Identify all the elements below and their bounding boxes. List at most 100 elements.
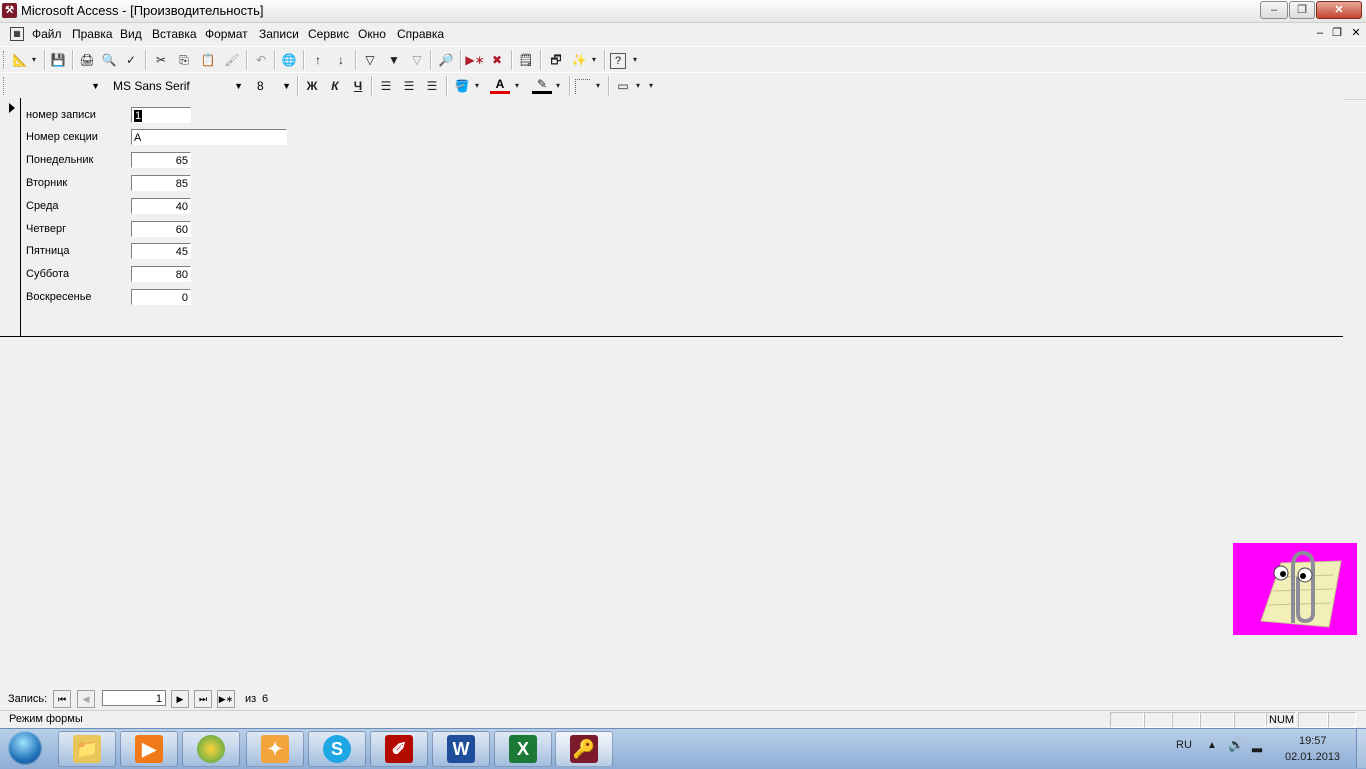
font-color-dropdown-icon[interactable]: ▾ — [512, 77, 522, 95]
taskbar-explorer[interactable]: 📁 — [58, 731, 116, 767]
office-assistant[interactable] — [1233, 543, 1357, 635]
form-icon[interactable]: ▦ — [10, 27, 24, 41]
menu-file[interactable]: Файл — [32, 27, 62, 41]
toolbar-options-icon[interactable]: ▾ — [630, 51, 640, 69]
delete-record-icon[interactable]: ✖ — [487, 51, 507, 69]
menu-view[interactable]: Вид — [120, 27, 142, 41]
border-width-icon[interactable] — [575, 79, 590, 94]
format-painter-icon[interactable]: 🖌 — [222, 51, 242, 69]
menu-tools[interactable]: Сервис — [308, 27, 349, 41]
toolbar-options-icon[interactable]: ▾ — [646, 77, 656, 95]
line-color-icon[interactable]: ✎ — [532, 77, 552, 94]
menu-window[interactable]: Окно — [358, 27, 386, 41]
apply-filter-icon[interactable]: ▽ — [407, 51, 427, 69]
menu-records[interactable]: Записи — [259, 27, 299, 41]
language-indicator[interactable]: RU — [1176, 739, 1192, 751]
new-record-icon[interactable]: ▶∗ — [465, 51, 485, 69]
sort-ascending-icon[interactable]: ↑ — [308, 51, 328, 69]
restore-button[interactable]: ❐ — [1289, 1, 1315, 19]
fill-color-dropdown-icon[interactable]: ▾ — [472, 77, 482, 95]
field-input-saturday[interactable]: 80 — [131, 266, 191, 282]
filter-by-selection-icon[interactable]: ▽ — [360, 51, 380, 69]
mdi-minimize-button[interactable]: – — [1312, 26, 1328, 42]
taskbar-skype[interactable]: S — [308, 731, 366, 767]
field-label-thursday: Четверг — [26, 223, 67, 235]
minimize-button[interactable]: – — [1260, 1, 1288, 19]
find-icon[interactable]: 🔎 — [436, 51, 456, 69]
taskbar-access[interactable]: 🔑 — [555, 731, 613, 767]
new-object-icon[interactable]: ✨ — [569, 51, 589, 69]
align-center-icon[interactable]: ☰ — [399, 77, 419, 95]
network-signal-icon[interactable]: ▂ — [1252, 737, 1262, 753]
last-record-button[interactable]: ⏭ — [194, 690, 212, 708]
help-icon[interactable]: ? — [610, 53, 626, 69]
undo-icon[interactable]: ↶ — [251, 51, 271, 69]
field-input-friday[interactable]: 45 — [131, 243, 191, 259]
font-color-icon[interactable]: A — [490, 77, 510, 94]
taskbar-paint[interactable]: ✦ — [246, 731, 304, 767]
mdi-close-button[interactable]: ✕ — [1348, 26, 1364, 42]
toolbar-grip[interactable] — [3, 51, 7, 69]
underline-button[interactable]: Ч — [348, 77, 368, 95]
print-preview-icon[interactable]: 🔍 — [99, 51, 119, 69]
menu-insert[interactable]: Вставка — [152, 27, 197, 41]
hyperlink-icon[interactable]: 🌐 — [279, 51, 299, 69]
show-desktop-button[interactable] — [1356, 729, 1366, 768]
field-input-wednesday[interactable]: 40 — [131, 198, 191, 214]
align-left-icon[interactable]: ☰ — [376, 77, 396, 95]
mdi-restore-button[interactable]: ❐ — [1329, 26, 1345, 42]
menu-format[interactable]: Формат — [205, 27, 248, 41]
font-size-select[interactable]: 8 ▼ — [252, 76, 294, 96]
start-button[interactable] — [8, 731, 42, 765]
view-dropdown-icon[interactable]: ▾ — [28, 51, 40, 69]
object-select[interactable]: ▼ — [9, 76, 103, 96]
filter-by-form-icon[interactable]: ▼ — [384, 51, 404, 69]
clock-time[interactable]: 19:57 — [1299, 735, 1327, 747]
font-name-select[interactable]: MS Sans Serif ▼ — [108, 76, 246, 96]
next-record-button[interactable]: ▶ — [171, 690, 189, 708]
access-app-icon[interactable]: ⚒ — [2, 3, 17, 18]
properties-icon[interactable]: 🗒 — [516, 51, 536, 69]
field-input-monday[interactable]: 65 — [131, 152, 191, 168]
taskbar-word[interactable]: W — [432, 731, 490, 767]
line-color-dropdown-icon[interactable]: ▾ — [553, 77, 563, 95]
previous-record-button[interactable]: ◀ — [77, 690, 95, 708]
save-icon[interactable]: 💾 — [48, 51, 68, 69]
field-input-tuesday[interactable]: 85 — [131, 175, 191, 191]
field-input-section-number[interactable]: A — [131, 129, 287, 145]
taskbar-browser[interactable] — [182, 731, 240, 767]
show-hidden-icons-icon[interactable]: ▲ — [1207, 740, 1217, 751]
taskbar-acrobat[interactable]: ✐ — [370, 731, 428, 767]
toolbar-grip[interactable] — [3, 77, 7, 95]
menu-edit[interactable]: Правка — [72, 27, 113, 41]
field-input-sunday[interactable]: 0 — [131, 289, 191, 305]
paste-icon[interactable]: 📋 — [198, 51, 218, 69]
cut-icon[interactable]: ✂ — [151, 51, 171, 69]
italic-button[interactable]: К — [325, 77, 345, 95]
special-effect-icon[interactable]: ▭ — [613, 77, 633, 95]
new-object-dropdown-icon[interactable]: ▾ — [588, 51, 600, 69]
print-icon[interactable]: 🖨 — [77, 51, 97, 69]
close-button[interactable]: ✕ — [1316, 1, 1362, 19]
sort-descending-icon[interactable]: ↓ — [331, 51, 351, 69]
bold-button[interactable]: Ж — [302, 77, 322, 95]
field-input-thursday[interactable]: 60 — [131, 221, 191, 237]
record-selector[interactable] — [0, 98, 21, 336]
menu-help[interactable]: Справка — [397, 27, 444, 41]
spelling-icon[interactable]: ✓ — [121, 51, 141, 69]
database-window-icon[interactable]: 🗗 — [546, 51, 566, 69]
first-record-button[interactable]: ⏮ — [53, 690, 71, 708]
record-number-input[interactable]: 1 — [102, 690, 166, 706]
clock-date[interactable]: 02.01.2013 — [1285, 751, 1340, 763]
field-input-record-number[interactable]: 1 — [131, 107, 191, 123]
border-width-dropdown-icon[interactable]: ▾ — [593, 77, 603, 95]
fill-color-icon[interactable]: 🪣 — [452, 77, 472, 95]
view-icon[interactable]: 📐 — [10, 51, 30, 69]
special-effect-dropdown-icon[interactable]: ▾ — [633, 77, 643, 95]
align-right-icon[interactable]: ☰ — [422, 77, 442, 95]
copy-icon[interactable]: ⎘ — [174, 51, 194, 69]
taskbar-excel[interactable]: X — [494, 731, 552, 767]
volume-icon[interactable]: 🔊 — [1228, 737, 1244, 753]
new-record-nav-button[interactable]: ▶∗ — [217, 690, 235, 708]
taskbar-media-player[interactable]: ▶ — [120, 731, 178, 767]
